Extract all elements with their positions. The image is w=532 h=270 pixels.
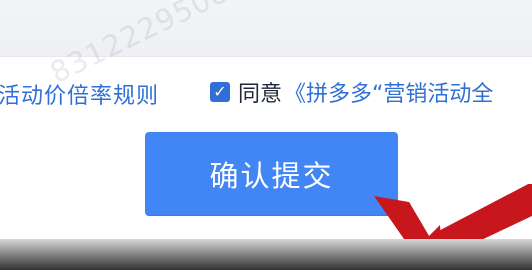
confirm-submit-button[interactable]: 确认提交 bbox=[145, 132, 398, 216]
page: 8312229508 内部信息 请勿泄露 活动价倍率规则 ✓ 同意 《拼多多“营… bbox=[0, 0, 532, 270]
marketing-agreement-link[interactable]: 《拼多多“营销活动全 bbox=[284, 76, 493, 108]
top-panel bbox=[0, 0, 532, 57]
checkmark-icon: ✓ bbox=[213, 82, 227, 101]
agreement-checkbox-group[interactable]: ✓ 同意 《拼多多“营销活动全 bbox=[210, 77, 493, 107]
activity-price-rules-link[interactable]: 活动价倍率规则 bbox=[0, 78, 159, 110]
bottom-photo-edge bbox=[0, 239, 532, 270]
agree-label: 同意 bbox=[238, 82, 283, 107]
agreement-row: 活动价倍率规则 ✓ 同意 《拼多多“营销活动全 bbox=[0, 74, 532, 110]
agreement-checkbox[interactable]: ✓ bbox=[210, 82, 230, 102]
